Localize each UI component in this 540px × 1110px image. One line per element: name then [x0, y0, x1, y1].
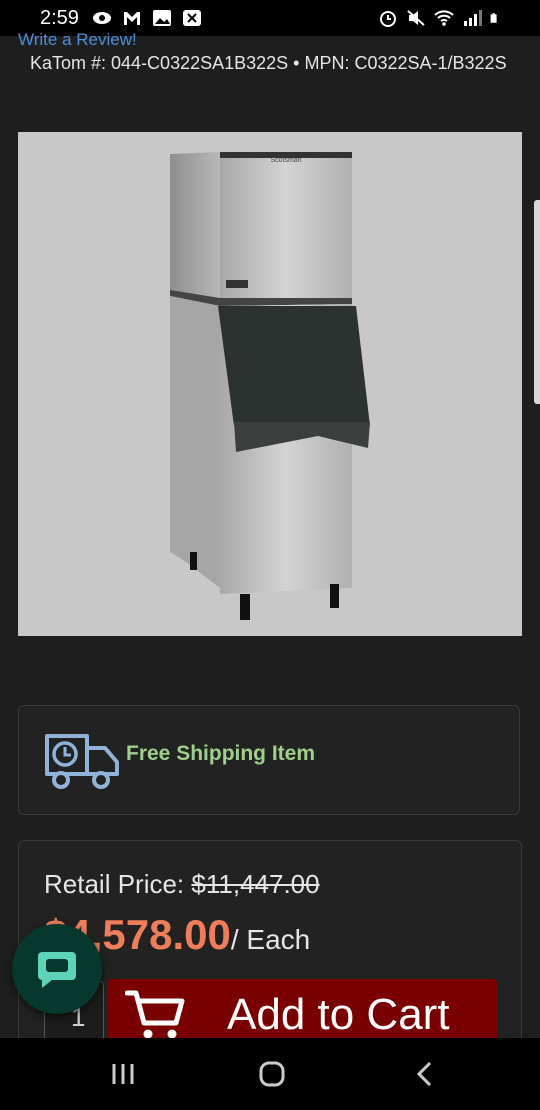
wifi-icon [434, 10, 454, 26]
retail-price-value: $11,447.00 [191, 869, 320, 899]
close-notification-icon [183, 10, 201, 26]
status-time: 2:59 [40, 7, 79, 29]
add-to-cart-label: Add to Cart [227, 990, 450, 1039]
ice-machine-illustration: Scotsman [170, 152, 370, 620]
sku-mpn-text: KaTom #: 044-C0322SA1B322S • MPN: C0322S… [30, 53, 507, 73]
gmail-icon [124, 12, 140, 25]
free-shipping-label: Free Shipping Item [126, 742, 316, 765]
system-navigation-bar [0, 1038, 540, 1110]
notification-icons [92, 9, 202, 27]
battery-icon [490, 13, 497, 23]
shipping-card: Free Shipping Item [18, 705, 520, 815]
app-notification-icon [93, 12, 111, 24]
chat-bubble-icon [38, 952, 76, 988]
system-icons [378, 9, 502, 27]
brand-label: Scotsman [270, 157, 301, 164]
page-scrollbar[interactable] [534, 200, 540, 404]
retail-price-label: Retail Price: [44, 869, 192, 899]
gallery-icon [153, 10, 171, 26]
truck-clock-icon [45, 734, 119, 789]
product-image[interactable]: Scotsman [18, 132, 522, 636]
home-icon[interactable] [257, 1060, 287, 1088]
alarm-icon [380, 11, 396, 27]
shopping-cart-icon [125, 990, 185, 1039]
recent-apps-icon[interactable] [108, 1060, 138, 1088]
back-icon[interactable] [410, 1060, 440, 1088]
write-review-link[interactable]: Write a Review! [18, 30, 137, 50]
price-unit: / Each [230, 924, 311, 955]
retail-price: Retail Price: $11,447.00 [44, 869, 320, 900]
chat-button[interactable] [12, 924, 102, 1014]
mute-icon [407, 10, 425, 26]
signal-icon [464, 10, 482, 26]
